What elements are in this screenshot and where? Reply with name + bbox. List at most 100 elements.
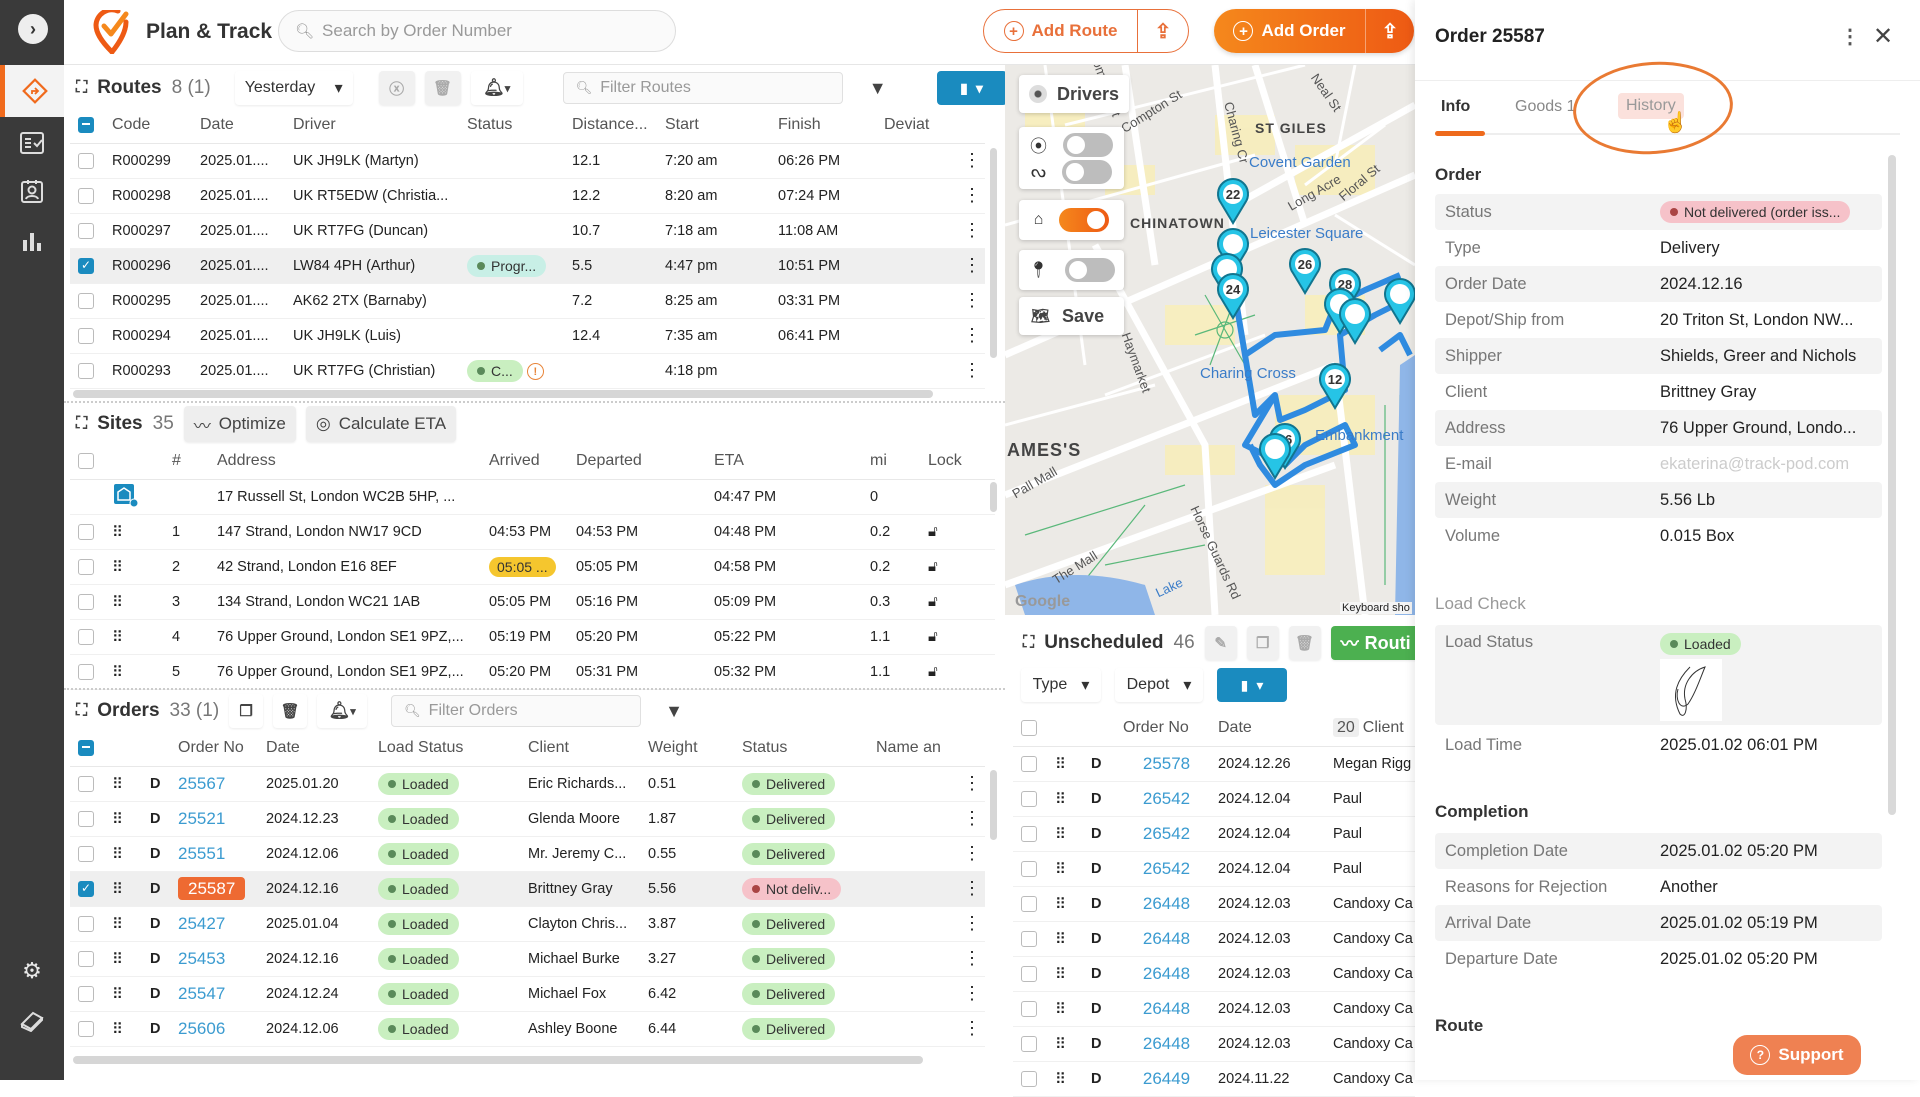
row-menu-icon[interactable]: ⋮ <box>951 318 985 354</box>
order-number-link[interactable]: 25606 <box>178 1019 225 1038</box>
col-order-no[interactable]: Order No <box>170 730 258 767</box>
close-icon[interactable]: ✕ <box>1873 22 1893 51</box>
route-row[interactable]: ✓ R000296 2025.01.... LW84 4PH (Arthur) … <box>70 248 985 284</box>
order-row[interactable]: ⠿ D 25521 2024.12.23 Loaded Glenda Moore… <box>70 801 985 837</box>
row-checkbox[interactable]: ✓ <box>78 257 94 274</box>
row-checkbox[interactable] <box>1021 965 1037 982</box>
filter-routes-input[interactable]: 🔍︎ Filter Routes <box>562 72 843 104</box>
order-number-link[interactable]: 26542 <box>1143 824 1190 843</box>
row-checkbox[interactable] <box>78 523 94 540</box>
row-checkbox[interactable] <box>78 327 94 344</box>
copy-order-button[interactable]: ❐ <box>229 694 264 728</box>
order-number-link[interactable]: 26448 <box>1143 999 1190 1018</box>
order-number-link[interactable]: 25427 <box>178 914 225 933</box>
drag-handle-icon[interactable]: ⠿ <box>1047 1026 1083 1062</box>
export-routes-button[interactable]: ▮ ▾ <box>936 71 1007 105</box>
col-date[interactable]: Date <box>192 107 285 144</box>
warning-icon[interactable]: ! <box>526 363 544 380</box>
order-number-link[interactable]: 25521 <box>178 809 225 828</box>
order-search-input[interactable]: 🔍︎ Search by Order Number <box>278 10 676 52</box>
drag-handle-icon[interactable]: ⠿ <box>104 1011 142 1047</box>
lock-icon[interactable]: 🔓︎ <box>920 549 995 585</box>
route-row[interactable]: R000299 2025.01.... UK JH9LK (Martyn) 12… <box>70 143 985 179</box>
delete-route-button[interactable]: 🗑︎ <box>424 71 461 105</box>
row-menu-icon[interactable]: ⋮ <box>951 353 985 389</box>
row-checkbox[interactable] <box>78 915 94 932</box>
pins-toggle[interactable] <box>1063 132 1113 157</box>
cancel-route-button[interactable]: ⓧ <box>378 71 415 105</box>
sidebar-item-education[interactable] <box>0 995 64 1047</box>
col-order-no[interactable]: Order No <box>1115 710 1210 747</box>
routing-button[interactable]: 〰 Routi <box>1330 626 1421 660</box>
drag-handle-icon[interactable]: ⠿ <box>104 941 142 977</box>
panel-divider[interactable] <box>64 688 1005 690</box>
drag-handle-icon[interactable]: ⠿ <box>1047 1061 1083 1097</box>
col-eta[interactable]: ETA <box>706 443 862 480</box>
col-client[interactable]: 20 Client <box>1325 710 1415 747</box>
drag-handle-icon[interactable]: ⠿ <box>1047 816 1083 852</box>
order-row[interactable]: ⠿ D 25567 2025.01.20 Loaded Eric Richard… <box>70 766 985 802</box>
row-menu-icon[interactable]: ⋮ <box>951 801 985 837</box>
col-address[interactable]: Address <box>209 443 481 480</box>
routes-vertical-scrollbar[interactable] <box>990 148 997 358</box>
routes-horizontal-scrollbar[interactable] <box>73 390 933 398</box>
depots-toggle[interactable] <box>1059 208 1110 232</box>
select-all-checkbox[interactable] <box>70 730 104 767</box>
order-number-link[interactable]: 26448 <box>1143 1034 1190 1053</box>
drag-handle-icon[interactable]: ⠿ <box>104 654 164 690</box>
drag-handle-icon[interactable]: ⠿ <box>104 801 142 837</box>
detail-scrollbar[interactable] <box>1888 155 1896 815</box>
orders-horizontal-scrollbar[interactable] <box>73 1056 923 1064</box>
sidebar-item-routes[interactable] <box>0 65 64 117</box>
edit-button[interactable]: ✎ <box>1204 626 1237 660</box>
col-finish[interactable]: Finish <box>770 107 876 144</box>
order-number-link[interactable]: 26448 <box>1143 964 1190 983</box>
order-row[interactable]: ⠿ D 25551 2024.12.06 Loaded Mr. Jeremy C… <box>70 836 985 872</box>
row-checkbox[interactable] <box>78 950 94 967</box>
unscheduled-row[interactable]: ⠿ D 25578 2024.12.26 Megan Rigg <box>1013 746 1415 782</box>
unscheduled-row[interactable]: ⠿ D 26448 2024.12.03 Candoxy Ca <box>1013 886 1415 922</box>
drag-handle-icon[interactable]: ⠿ <box>1047 991 1083 1027</box>
order-row[interactable]: ⠿ D 25547 2024.12.24 Loaded Michael Fox … <box>70 976 985 1012</box>
site-row[interactable]: ⠿ 2 42 Strand, London E16 8EF 05:05 ... … <box>70 549 995 585</box>
unscheduled-row[interactable]: ⠿ D 26448 2024.12.03 Candoxy Ca <box>1013 956 1415 992</box>
order-number-link[interactable]: 26449 <box>1143 1069 1190 1088</box>
unscheduled-row[interactable]: ⠿ D 26542 2024.12.04 Paul <box>1013 851 1415 887</box>
route-map[interactable]: 222628121624 Old Compton St Charing Cr O… <box>1005 65 1415 615</box>
col-date[interactable]: Date <box>258 730 370 767</box>
row-menu-icon[interactable]: ⋮ <box>951 976 985 1012</box>
col-status[interactable]: Status <box>459 107 564 144</box>
site-row[interactable]: ⠿ 3 134 Strand, London WC21 1AB 05:05 PM… <box>70 584 995 620</box>
notify-dropdown[interactable]: 🔔︎ ▾ <box>470 71 523 105</box>
row-checkbox[interactable] <box>78 1020 94 1037</box>
tab-goods[interactable]: Goods 1 <box>1515 98 1576 116</box>
site-row[interactable]: ⠿ 5 76 Upper Ground, London SE1 9PZ,... … <box>70 654 995 690</box>
order-number-link[interactable]: 26448 <box>1143 929 1190 948</box>
col-arrived[interactable]: Arrived <box>481 443 568 480</box>
col-code[interactable]: Code <box>104 107 192 144</box>
order-number-link[interactable]: 26448 <box>1143 894 1190 913</box>
locations-toggle[interactable] <box>1064 258 1115 282</box>
row-menu-icon[interactable]: ⋮ <box>951 143 985 179</box>
field-value[interactable]: ekaterina@track-pod.com <box>1660 455 1882 474</box>
filter-icon[interactable]: ▼ <box>869 78 887 99</box>
row-checkbox[interactable] <box>78 810 94 827</box>
col-driver[interactable]: Driver <box>285 107 459 144</box>
drag-handle-icon[interactable]: ⠿ <box>104 619 164 655</box>
order-row[interactable]: ⠿ D 25453 2024.12.16 Loaded Michael Burk… <box>70 941 985 977</box>
delete-button[interactable]: 🗑︎ <box>1288 626 1321 660</box>
expand-frame-icon[interactable]: ⛶ <box>1023 634 1034 652</box>
order-row[interactable]: ✓ ⠿ D 25587 2024.12.16 Loaded Brittney G… <box>70 871 985 907</box>
route-row[interactable]: R000298 2025.01.... UK RT5EDW (Christia.… <box>70 178 985 214</box>
col-date[interactable]: Date <box>1210 710 1325 747</box>
row-menu-icon[interactable]: ⋮ <box>951 906 985 942</box>
row-checkbox[interactable] <box>78 985 94 1002</box>
order-number-link[interactable]: 25587 <box>178 876 246 900</box>
order-number-link[interactable]: 25547 <box>178 984 225 1003</box>
drag-handle-icon[interactable]: ⠿ <box>1047 746 1083 782</box>
order-number-link[interactable]: 26542 <box>1143 859 1190 878</box>
row-checkbox[interactable] <box>78 558 94 575</box>
add-route-button[interactable]: + Add Route <box>984 10 1138 52</box>
row-checkbox[interactable] <box>78 187 94 204</box>
optimize-button[interactable]: 〰 Optimize <box>183 406 296 442</box>
